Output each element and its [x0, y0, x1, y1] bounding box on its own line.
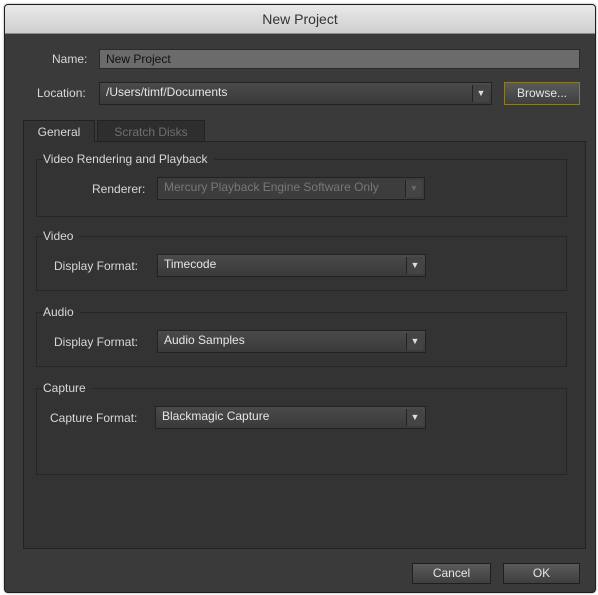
capture-format-select[interactable]: Blackmagic Capture ▼ [155, 406, 426, 429]
chevron-down-icon: ▼ [405, 180, 422, 197]
window-title: New Project [5, 5, 595, 34]
capture-group-title: Capture [43, 381, 92, 395]
tab-general[interactable]: General [23, 120, 95, 142]
video-display-format-select[interactable]: Timecode ▼ [157, 254, 426, 277]
location-label: Location: [37, 86, 86, 100]
audio-display-format-select[interactable]: Audio Samples ▼ [157, 330, 426, 353]
capture-format-label: Capture Format: [50, 411, 138, 425]
video-format-label: Display Format: [54, 259, 139, 273]
video-group-title: Video [43, 229, 80, 243]
video-format-value: Timecode [164, 257, 217, 271]
tab-scratch-disks[interactable]: Scratch Disks [97, 120, 205, 142]
chevron-down-icon: ▼ [406, 409, 423, 426]
location-value: /Users/timf/Documents [106, 85, 228, 99]
audio-format-label: Display Format: [54, 335, 139, 349]
location-select[interactable]: /Users/timf/Documents ▼ [99, 82, 492, 105]
cancel-button[interactable]: Cancel [412, 563, 491, 584]
capture-group [36, 388, 567, 475]
ok-button[interactable]: OK [503, 563, 580, 584]
audio-format-value: Audio Samples [164, 333, 245, 347]
rendering-group-title: Video Rendering and Playback [43, 152, 214, 166]
chevron-down-icon: ▼ [406, 257, 423, 274]
renderer-value: Mercury Playback Engine Software Only [164, 180, 379, 194]
renderer-label: Renderer: [92, 182, 146, 196]
chevron-down-icon: ▼ [406, 333, 423, 350]
chevron-down-icon: ▼ [472, 85, 489, 102]
renderer-select: Mercury Playback Engine Software Only ▼ [157, 177, 425, 200]
browse-button[interactable]: Browse... [504, 82, 580, 105]
capture-format-value: Blackmagic Capture [162, 409, 270, 423]
name-field[interactable]: New Project [99, 49, 580, 69]
name-label: Name: [52, 52, 88, 66]
audio-group-title: Audio [43, 305, 80, 319]
new-project-dialog: New Project Name: New Project Location: … [4, 4, 596, 593]
